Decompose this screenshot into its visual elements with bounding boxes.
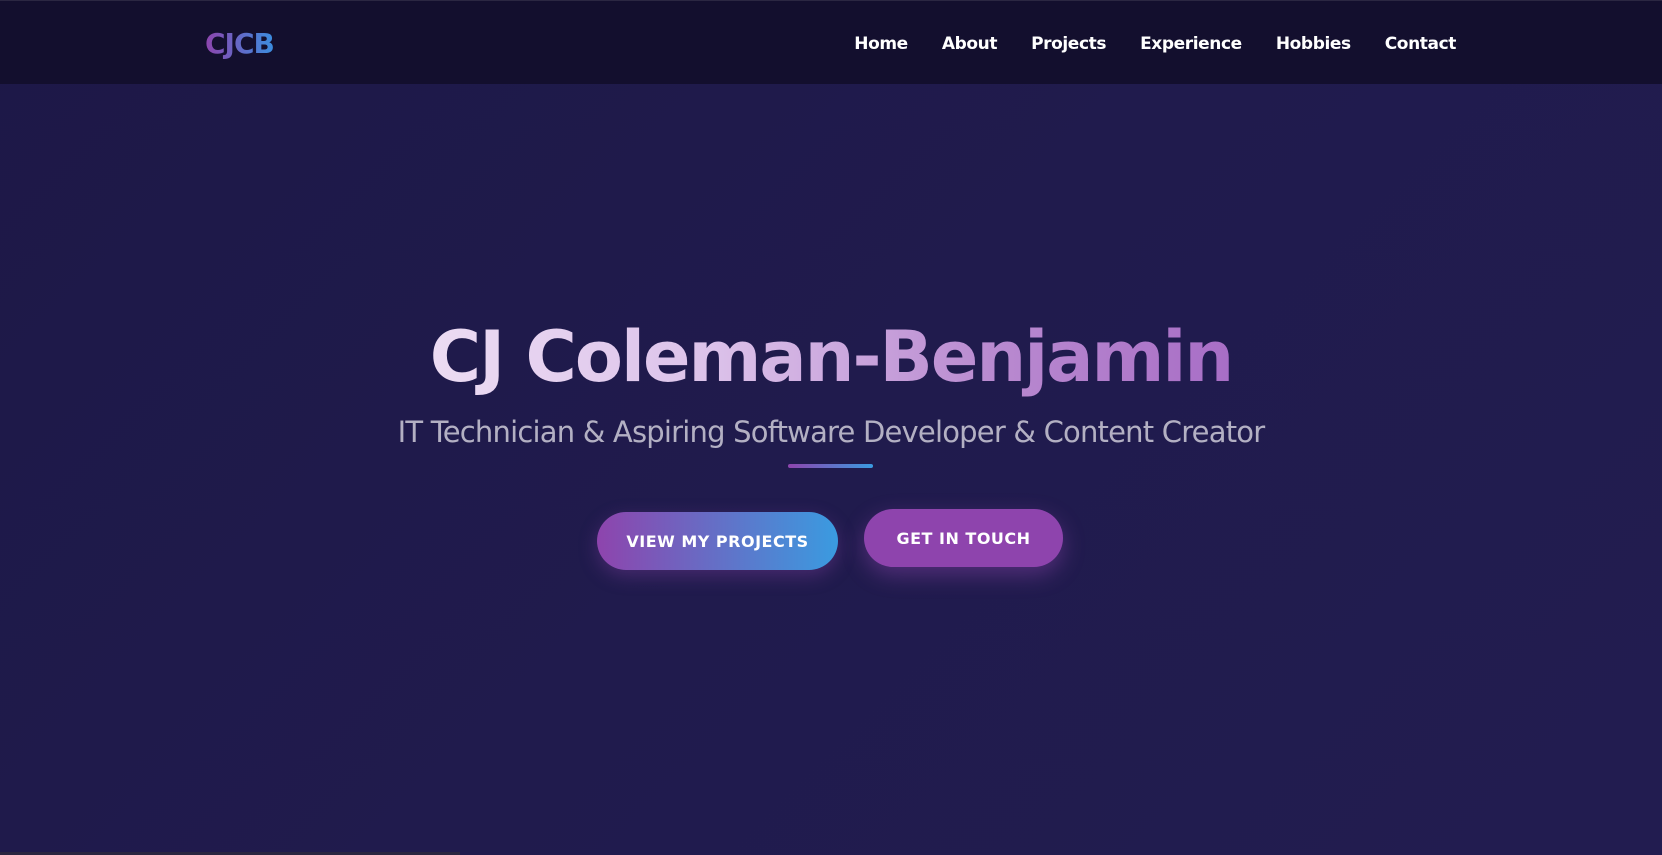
nav-links: Home About Projects Experience Hobbies C… <box>820 31 1456 57</box>
get-in-touch-button[interactable]: GET IN TOUCH <box>864 509 1063 567</box>
hero-title-text: CJ Coleman-Benjamin <box>429 316 1234 398</box>
nav-link-home[interactable]: Home <box>854 31 908 57</box>
hero-section: CJ Coleman-Benjamin IT Technician & Aspi… <box>0 84 1662 855</box>
nav-link-contact[interactable]: Contact <box>1385 31 1457 57</box>
page: CJCB Home About Projects Experience Hobb… <box>0 0 1662 855</box>
hero-divider <box>788 464 873 468</box>
nav-link-about[interactable]: About <box>942 31 998 57</box>
hero-subtitle: IT Technician & Aspiring Software Develo… <box>397 415 1265 449</box>
nav-link-projects[interactable]: Projects <box>1031 31 1106 57</box>
hero-title: CJ Coleman-Benjamin <box>0 312 1662 402</box>
navbar: CJCB Home About Projects Experience Hobb… <box>0 1 1662 84</box>
view-projects-button[interactable]: VIEW MY PROJECTS <box>597 512 838 570</box>
site-logo[interactable]: CJCB <box>205 26 275 62</box>
nav-link-hobbies[interactable]: Hobbies <box>1276 31 1351 57</box>
nav-link-experience[interactable]: Experience <box>1140 31 1242 57</box>
